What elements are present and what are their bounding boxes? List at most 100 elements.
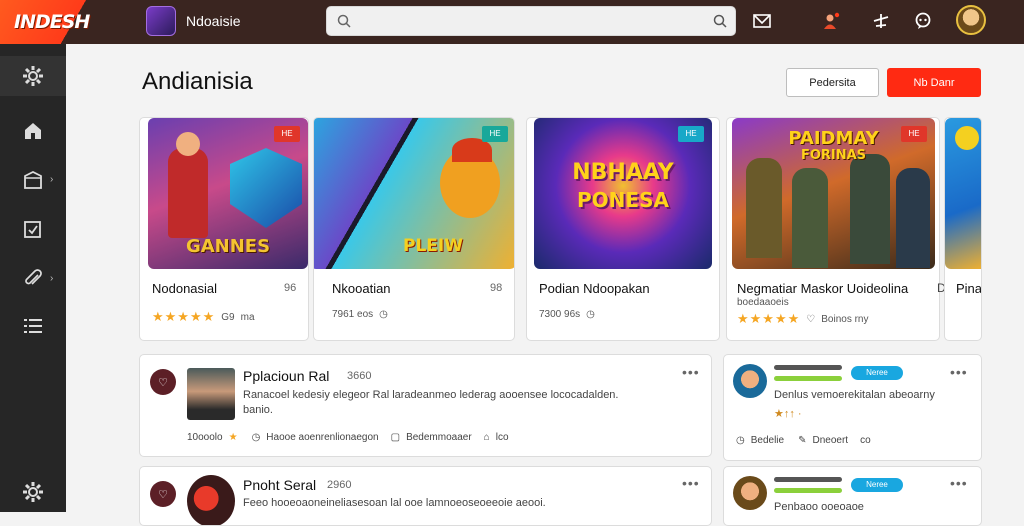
clock-icon: ◷ [586, 309, 595, 320]
card-meta: ★★★★★ ♡ Boinos rny [737, 311, 869, 327]
card-title: Nkooatian [332, 281, 391, 296]
logo-text: INDESH [14, 11, 90, 33]
list-icon [24, 319, 42, 333]
post-type-icon: ♡ [150, 481, 176, 507]
more-options-icon[interactable]: ••• [950, 475, 968, 491]
game-thumbnail [945, 118, 981, 269]
card-badge: HE [678, 126, 704, 142]
user-avatar[interactable] [956, 5, 986, 35]
post-text-line: Ranacoel kedesiy elegeor Ral laradeanmeo… [243, 389, 619, 401]
side-post-card[interactable]: Neree ••• Penbaoo ooeoaoe [723, 466, 982, 526]
game-card[interactable]: HE GANNES Nodonasial 96 ★★★★★ G9 ma [139, 117, 309, 341]
more-options-icon[interactable]: ••• [950, 364, 968, 380]
game-thumbnail: HE NBHAAY PONESA [534, 118, 712, 269]
post-text: Denlus vemoerekitalan abeoarny [774, 389, 935, 401]
post-text-line: banio. [243, 404, 273, 416]
post-number: 3660 [347, 370, 372, 382]
game-card[interactable]: Pina [944, 117, 982, 341]
chat-icon[interactable] [912, 10, 934, 32]
meta-text: 7961 eos [332, 309, 374, 320]
home-icon [25, 123, 41, 139]
sidebar-item-home[interactable] [0, 111, 66, 151]
comment-icon[interactable]: ◷ [252, 432, 261, 443]
card-number: 96 [284, 282, 297, 294]
heart-icon: ♡ [806, 313, 816, 325]
post-card[interactable]: ♡ Pnoht Seral 2960 ••• Feeo hooeoaoneine… [139, 466, 712, 526]
action-label[interactable]: Haooe aoenrenlionaegon [266, 432, 378, 443]
sidebar-item-folder[interactable]: › [0, 160, 66, 200]
sidebar: › › [0, 44, 66, 512]
post-photo [187, 368, 235, 420]
secondary-button[interactable]: Pedersita [786, 68, 879, 97]
name-placeholder [774, 365, 842, 370]
game-art-title: PLEIW [403, 236, 463, 256]
post-title: Pnoht Seral [243, 477, 317, 493]
game-thumbnail: HE PAIDMAY FORINAS [732, 118, 935, 269]
game-art-title-line1: PAIDMAY [788, 128, 879, 149]
share-icon[interactable]: ⌂ [484, 432, 490, 443]
more-options-icon[interactable]: ••• [682, 475, 700, 491]
profile-alert-icon[interactable] [820, 10, 842, 32]
game-card[interactable]: HE NBHAAY PONESA Podian Ndoopakan 7300 9… [526, 117, 720, 341]
level-bar [774, 488, 842, 493]
game-thumbnail: HE GANNES [148, 118, 308, 269]
sidebar-item-settings[interactable] [0, 472, 66, 512]
name-placeholder [774, 477, 842, 482]
post-avatar [733, 476, 767, 510]
post-title: Pplacioun Ral [243, 368, 330, 384]
card-meta: ★★★★★ G9 ma [152, 309, 255, 325]
logo[interactable]: INDESH [0, 0, 118, 44]
sidebar-item-gear[interactable] [0, 56, 66, 96]
post-tag: Neree [851, 366, 903, 380]
search-submit-icon[interactable] [713, 14, 727, 28]
reactions: ★↑↑ · [774, 408, 802, 420]
card-badge: HE [482, 126, 508, 142]
star-icon: ★ [228, 432, 238, 443]
app-name: Ndoaisie [186, 13, 241, 29]
share-icon[interactable] [870, 10, 892, 32]
sidebar-item-list[interactable] [0, 306, 66, 346]
search-input[interactable] [357, 11, 697, 31]
search-bar[interactable] [326, 6, 736, 36]
game-art-title-line2: PONESA [577, 188, 669, 212]
post-text: Feeo hooeoaoneineliasesoan lal ooe lamno… [243, 497, 546, 509]
post-number: 2960 [327, 479, 352, 491]
side-post-card[interactable]: Neree ••• Denlus vemoerekitalan abeoarny… [723, 354, 982, 461]
post-card[interactable]: ♡ Pplacioun Ral 3660 ••• Ranacoel kedesi… [139, 354, 712, 457]
meta-text: 7300 96s [539, 309, 581, 320]
action-label[interactable]: Bedemmoaaer [406, 432, 472, 443]
game-card[interactable]: HE PAIDMAY FORINAS Negmatiar Maskor Uoid… [726, 117, 940, 341]
rating-label: G9 [221, 311, 235, 323]
chevron-right-icon: › [50, 273, 54, 284]
clock-icon: ◷ [379, 309, 388, 320]
primary-button[interactable]: Nb Danr [887, 68, 981, 97]
action-label[interactable]: Dneoert [812, 435, 848, 446]
top-bar: INDESH Ndoaisie [0, 0, 1024, 44]
sidebar-item-attachments[interactable]: › [0, 259, 66, 299]
mail-icon[interactable] [751, 10, 773, 32]
action-label[interactable]: lco [496, 432, 509, 443]
more-options-icon[interactable]: ••• [682, 364, 700, 380]
page-title: Andianisia [142, 68, 253, 95]
app-avatar[interactable] [146, 6, 176, 36]
post-type-icon: ♡ [150, 369, 176, 395]
card-meta: 7300 96s ◷ [539, 309, 595, 320]
game-card[interactable]: HE PLEIW Nkooatian 98 7961 eos ◷ [313, 117, 515, 341]
star-rating: ★★★★★ [152, 309, 216, 324]
post-avatar [733, 364, 767, 398]
action-label[interactable]: co [860, 435, 871, 446]
post-text: Ranacoel kedesiy elegeor Ral laradeanmeo… [243, 388, 703, 418]
card-title: Podian Ndoopakan [539, 281, 650, 296]
location-icon: ◷ [736, 435, 745, 446]
edit-icon[interactable]: ✎ [798, 435, 806, 446]
card-title: Nodonasial [152, 281, 218, 296]
sidebar-item-tasks[interactable] [0, 210, 66, 250]
action-label[interactable]: Bedelie [751, 435, 784, 446]
post-actions: ◷ Bedelie ✎ Dneoert co [736, 435, 871, 446]
chat-icon[interactable]: ▢ [391, 432, 400, 443]
settings-icon [23, 482, 43, 502]
star-rating: ★★★★★ [737, 311, 801, 326]
folder-icon [24, 170, 42, 189]
level-bar [774, 376, 842, 381]
post-tag: Neree [851, 478, 903, 492]
